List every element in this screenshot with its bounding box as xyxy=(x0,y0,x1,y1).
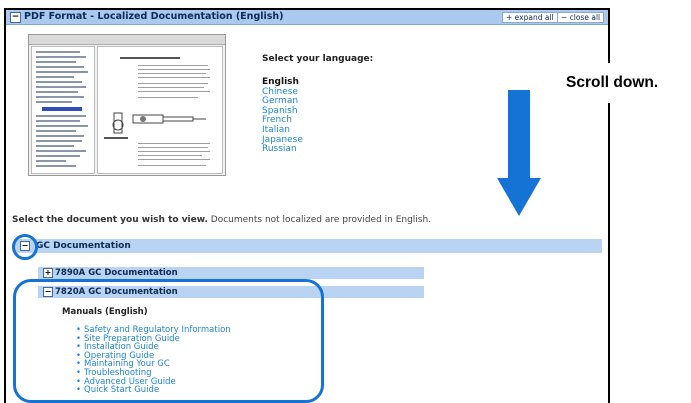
thumbnail-bookmark-tree xyxy=(31,46,95,174)
close-all-button[interactable]: − close all xyxy=(557,12,605,23)
language-list: English Chinese German Spanish French It… xyxy=(262,77,303,155)
panel-header: − PDF Format - Localized Documentation (… xyxy=(6,10,608,25)
language-link-russian[interactable]: Russian xyxy=(262,145,303,155)
language-selector-heading: Select your language: xyxy=(262,54,374,64)
pdf-preview-thumbnail xyxy=(28,34,226,176)
gc-documentation-section-header[interactable]: − GC Documentation xyxy=(14,239,602,253)
thumbnail-toolbar xyxy=(29,35,225,45)
gc-section-title: GC Documentation xyxy=(36,241,131,251)
scroll-arrow-shaft xyxy=(508,90,530,180)
subsection-7890a-header[interactable]: + 7890A GC Documentation xyxy=(38,267,424,279)
subsection-7890a-title: 7890A GC Documentation xyxy=(55,268,178,278)
subsection-7890a-expand-toggle[interactable]: + xyxy=(43,268,53,278)
scroll-down-callout: Scroll down. xyxy=(566,74,659,91)
collapse-panel-toggle[interactable]: − xyxy=(10,12,21,23)
thumbnail-document-page xyxy=(97,46,223,174)
highlight-box-annotation xyxy=(13,279,324,403)
instruction-rest: Documents not localized are provided in … xyxy=(207,215,432,225)
instruction-bold: Select the document you wish to view. xyxy=(12,215,208,225)
highlight-circle-annotation xyxy=(12,234,38,260)
document-instruction: Select the document you wish to view. Do… xyxy=(12,215,431,226)
expand-all-button[interactable]: + expand all xyxy=(502,12,558,23)
panel-title: PDF Format - Localized Documentation (En… xyxy=(24,11,284,22)
scroll-down-arrow-icon xyxy=(497,178,541,216)
